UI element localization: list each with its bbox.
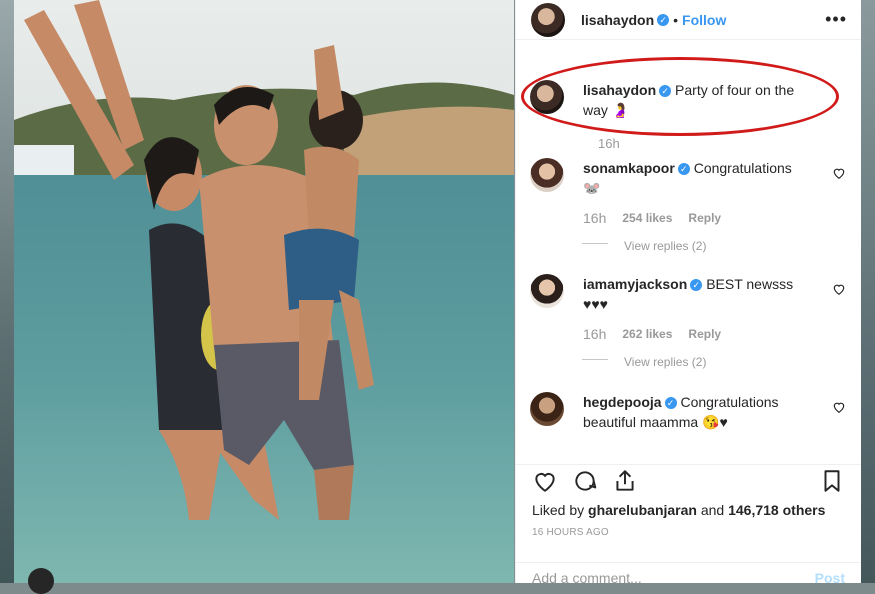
share-icon[interactable] bbox=[612, 468, 638, 494]
liked-by-count[interactable]: 146,718 others bbox=[728, 502, 825, 518]
header-separator: • bbox=[673, 12, 678, 28]
add-comment-input[interactable]: Add a comment... bbox=[532, 570, 642, 586]
view-replies-button[interactable]: View replies (2) bbox=[624, 236, 809, 256]
highlight-ellipse bbox=[521, 57, 839, 136]
left-backdrop-strip bbox=[0, 0, 14, 583]
post-actions: Liked by gharelubanjaran and 146,718 oth… bbox=[516, 464, 861, 544]
like-heart-icon[interactable] bbox=[532, 468, 558, 494]
add-comment-bar: Add a comment... Post bbox=[516, 562, 861, 593]
comment-likes[interactable]: 254 likes bbox=[622, 208, 672, 228]
liked-by-mid: and bbox=[701, 502, 724, 518]
comment-item: hegdepooja✓ Congratulations beautiful ma… bbox=[530, 392, 848, 432]
caption-time: 16h bbox=[598, 136, 620, 151]
post-comment-button[interactable]: Post bbox=[815, 570, 845, 586]
likes-summary: Liked by gharelubanjaran and 146,718 oth… bbox=[532, 502, 845, 518]
comment-time[interactable]: 16h bbox=[583, 208, 606, 228]
post-photo[interactable] bbox=[14, 0, 514, 583]
commenter-avatar[interactable] bbox=[530, 274, 564, 308]
reply-button[interactable]: Reply bbox=[688, 324, 721, 344]
comment-username[interactable]: iamamyjackson bbox=[583, 276, 687, 292]
commenter-avatar[interactable] bbox=[530, 158, 564, 192]
beach-photo-image bbox=[14, 0, 514, 583]
comment-item: iamamyjackson✓ BEST newsss ♥♥♥ 16h 262 l… bbox=[530, 274, 848, 372]
liked-by-prefix: Liked by bbox=[532, 502, 584, 518]
reply-button[interactable]: Reply bbox=[688, 208, 721, 228]
post-header: lisahaydon ✓ • Follow ••• bbox=[516, 0, 861, 40]
post-timestamp[interactable]: 16 HOURS AGO bbox=[532, 527, 845, 538]
author-avatar[interactable] bbox=[531, 3, 565, 37]
more-options-icon[interactable]: ••• bbox=[825, 9, 847, 30]
verified-badge-icon: ✓ bbox=[657, 14, 669, 26]
commenter-avatar[interactable] bbox=[530, 392, 564, 426]
verified-badge-icon: ✓ bbox=[690, 279, 702, 291]
save-bookmark-icon[interactable] bbox=[819, 468, 845, 494]
comment-item: sonamkapoor✓ Congratulations 🐭 16h 254 l… bbox=[530, 158, 848, 256]
comment-likes[interactable]: 262 likes bbox=[622, 324, 672, 344]
view-replies-button[interactable]: View replies (2) bbox=[624, 352, 809, 372]
user-tag-icon[interactable] bbox=[28, 568, 54, 594]
right-backdrop-strip bbox=[861, 0, 875, 583]
comment-username[interactable]: hegdepooja bbox=[583, 394, 662, 410]
comment-like-heart-icon[interactable] bbox=[832, 400, 846, 414]
follow-button[interactable]: Follow bbox=[682, 12, 726, 28]
comment-time[interactable]: 16h bbox=[583, 324, 606, 344]
author-username[interactable]: lisahaydon bbox=[581, 12, 654, 28]
verified-badge-icon: ✓ bbox=[678, 163, 690, 175]
liked-by-user[interactable]: gharelubanjaran bbox=[588, 502, 697, 518]
comment-bubble-icon[interactable] bbox=[572, 468, 598, 494]
comment-username[interactable]: sonamkapoor bbox=[583, 160, 675, 176]
verified-badge-icon: ✓ bbox=[665, 397, 677, 409]
comment-like-heart-icon[interactable] bbox=[832, 282, 846, 296]
comment-like-heart-icon[interactable] bbox=[832, 166, 846, 180]
